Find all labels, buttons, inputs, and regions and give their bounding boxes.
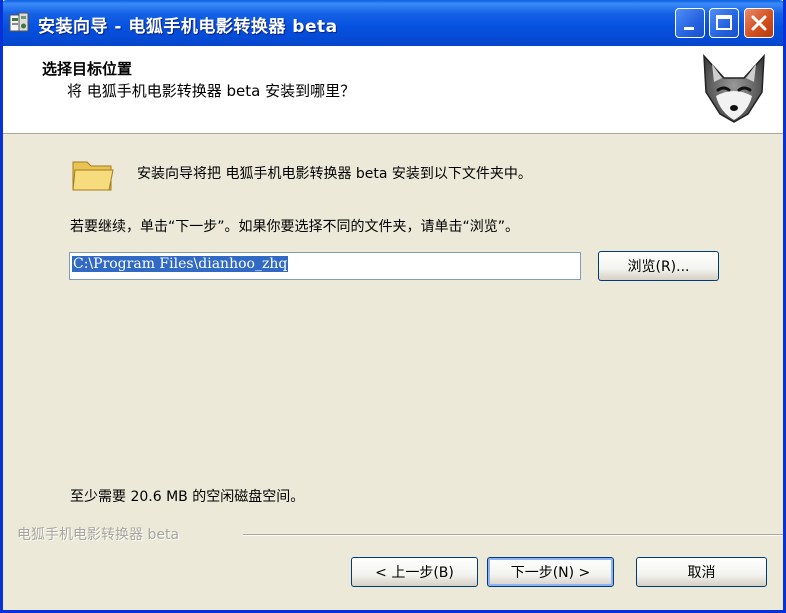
separator-rule (243, 534, 783, 536)
brand-separator: 电狐手机电影转换器 beta (17, 524, 783, 544)
cancel-button[interactable]: 取消 (636, 557, 767, 587)
minimize-button[interactable] (675, 8, 705, 38)
intro-text: 安装向导将把 电狐手机电影转换器 beta 安装到以下文件夹中。 (137, 166, 532, 182)
next-button[interactable]: 下一步(N) > (487, 557, 614, 587)
continue-instructions: 若要继续，单击“下一步”。如果你要选择不同的文件夹，请单击“浏览”。 (70, 219, 520, 235)
close-button[interactable] (744, 8, 774, 38)
minimize-icon (684, 27, 694, 30)
setup-wizard-window: 安装向导 - 电狐手机电影转换器 beta 选择目标位置 将 电狐手机电影转换器… (0, 0, 786, 613)
disk-space-requirement: 至少需要 20.6 MB 的空闲磁盘空间。 (70, 489, 305, 505)
back-button[interactable]: < 上一步(B) (351, 557, 478, 587)
wizard-header: 选择目标位置 将 电狐手机电影转换器 beta 安装到哪里？ (3, 46, 783, 134)
title-bar[interactable]: 安装向导 - 电狐手机电影转换器 beta (3, 0, 783, 46)
installer-app-icon (9, 12, 29, 32)
maximize-button[interactable] (709, 8, 739, 38)
window-title: 安装向导 - 电狐手机电影转换器 beta (38, 17, 338, 37)
install-path-value: C:\Program Files\dianhoo_zhq (72, 256, 289, 272)
brand-text: 电狐手机电影转换器 beta (17, 527, 180, 543)
fox-logo-icon (703, 53, 765, 123)
folder-icon (72, 161, 114, 191)
maximize-icon (716, 15, 732, 30)
install-path-input[interactable]: C:\Program Files\dianhoo_zhq (69, 252, 581, 280)
page-title: 选择目标位置 (42, 60, 133, 78)
page-subtitle: 将 电狐手机电影转换器 beta 安装到哪里？ (67, 82, 356, 100)
close-icon (751, 15, 767, 31)
browse-button[interactable]: 浏览(R)... (598, 251, 719, 281)
